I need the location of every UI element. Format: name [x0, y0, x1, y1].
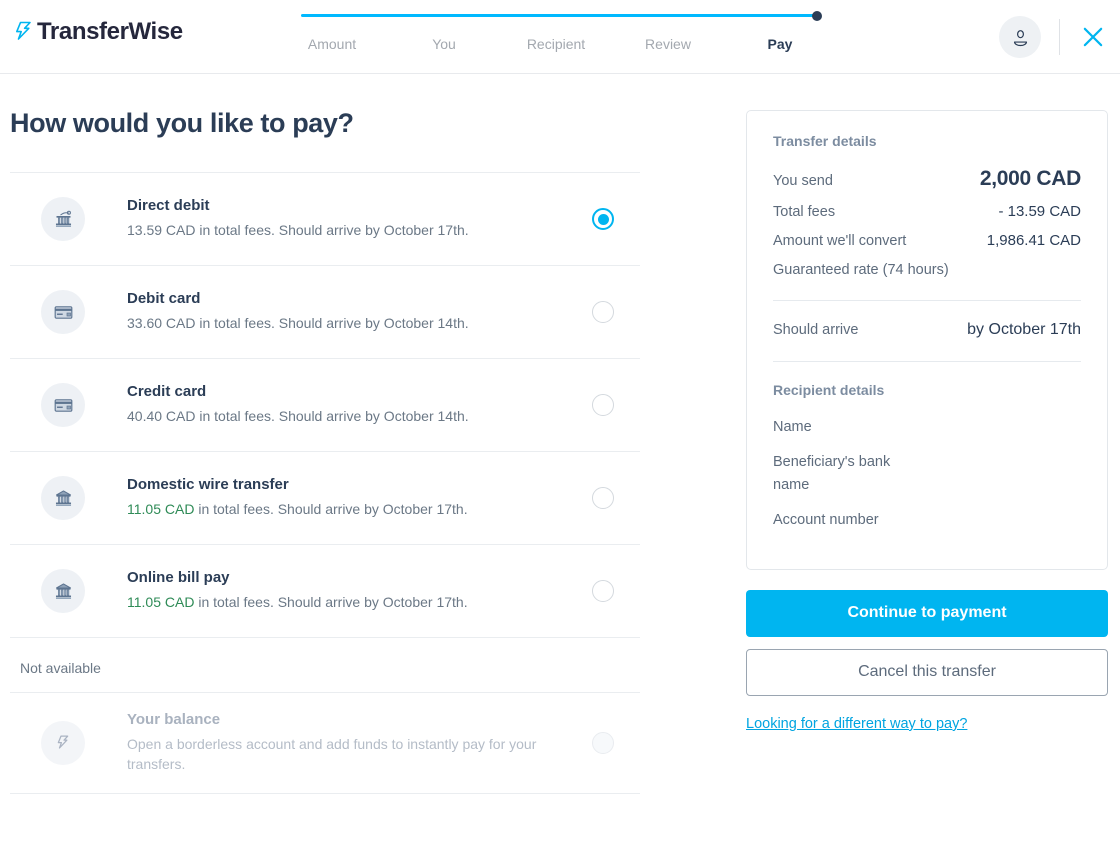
method-title: Credit card	[127, 383, 207, 401]
recipient-details-heading: Recipient details	[773, 382, 885, 398]
should-arrive-row: Should arrive by October 17th	[773, 321, 1081, 339]
method-icon-wrap	[41, 197, 85, 241]
different-way-to-pay-link[interactable]: Looking for a different way to pay?	[746, 716, 967, 732]
amount-convert-label: Amount we'll convert	[773, 233, 907, 249]
panel-divider-1	[773, 300, 1081, 301]
total-fees-value: - 13.59 CAD	[998, 203, 1081, 220]
stepper-labels: Amount You Recipient Review Pay	[276, 36, 836, 52]
panel-divider-2	[773, 361, 1081, 362]
method-fee-amount: 11.05 CAD	[127, 501, 195, 518]
transfer-details-panel: Transfer details You send 2,000 CAD Tota…	[746, 110, 1108, 570]
cancel-transfer-button[interactable]: Cancel this transfer	[746, 648, 1108, 696]
stepper-step-recipient[interactable]: Recipient	[500, 36, 612, 52]
method-body: Debit card 33.60 CAD in total fees. Shoul…	[85, 290, 592, 333]
payment-method-row[interactable]: Domestic wire transfer 11.05 CAD in total…	[10, 452, 640, 545]
method-subtitle: Open a borderless account and add funds …	[127, 736, 537, 773]
bank-building-icon	[55, 489, 71, 506]
header-divider	[1059, 19, 1060, 55]
transfer-summary-column: Transfer details You send 2,000 CAD Tota…	[690, 74, 1120, 841]
method-icon-wrap	[41, 383, 85, 427]
stepper-step-amount[interactable]: Amount	[276, 36, 388, 52]
method-subtitle: 11.05 CAD in total fees. Should arrive b…	[127, 594, 468, 611]
total-fees-label: Total fees	[773, 204, 836, 220]
method-title: Direct debit	[127, 197, 210, 215]
recipient-field-label: Name	[773, 419, 812, 435]
amount-convert-value: 1,986.41 CAD	[986, 232, 1081, 249]
method-body: Direct debit 13.59 CAD in total fees. Sho…	[85, 197, 592, 240]
method-body: Online bill pay 11.05 CAD in total fees. …	[85, 569, 592, 612]
app-header: TransferWise Amount You Recipient Review Pay	[0, 0, 1120, 74]
recipient-field-label: Account number	[773, 512, 879, 529]
method-radio[interactable]	[592, 487, 614, 509]
method-fee-amount: 11.05 CAD	[127, 594, 195, 611]
debit-card-icon	[54, 305, 72, 319]
should-arrive-value: by October 17th	[967, 321, 1081, 338]
method-title: Online bill pay	[127, 569, 230, 587]
method-body: Credit card 40.40 CAD in total fees. Shou…	[85, 383, 592, 426]
bank-direct-debit-icon	[55, 210, 71, 227]
method-fee-amount: 13.59 CAD	[127, 222, 196, 239]
page-title: How would you like to pay?	[10, 108, 354, 138]
method-icon-wrap	[41, 569, 85, 613]
not-available-heading: Not available	[20, 660, 101, 676]
method-icon-wrap	[41, 720, 85, 765]
total-fees-row: Total fees - 13.59 CAD	[773, 203, 1081, 220]
you-send-label: You send	[773, 173, 833, 189]
method-body: Domestic wire transfer 11.05 CAD in total…	[85, 476, 592, 519]
method-icon-wrap	[41, 290, 85, 334]
credit-card-icon	[54, 398, 72, 412]
page-body: How would you like to pay? Direct debit 1…	[0, 74, 1120, 841]
method-subtitle: 33.60 CAD in total fees. Should arrive b…	[127, 315, 469, 332]
method-body: Your balance Open a borderless account an…	[85, 711, 592, 775]
method-radio[interactable]	[592, 394, 614, 416]
method-fee-amount: 33.60 CAD	[127, 315, 196, 332]
recipient-fields-list: Name Beneficiary's bank name Account numbe…	[773, 416, 1081, 532]
method-subtitle: 13.59 CAD in total fees. Should arrive b…	[127, 222, 469, 239]
method-radio[interactable]	[592, 301, 614, 323]
payment-method-row[interactable]: Debit card 33.60 CAD in total fees. Shoul…	[10, 266, 640, 359]
logo-wordmark: TransferWise	[37, 18, 183, 45]
stepper-step-you[interactable]: You	[388, 36, 500, 52]
progress-track	[301, 10, 822, 21]
method-radio	[592, 731, 614, 754]
method-title: Your balance	[127, 711, 221, 728]
method-icon-wrap	[41, 476, 85, 520]
header-actions	[999, 16, 1108, 58]
transfer-details-heading: Transfer details	[773, 133, 877, 149]
user-avatar-icon	[1013, 29, 1027, 46]
payment-method-row[interactable]: Online bill pay 11.05 CAD in total fees. …	[10, 545, 640, 638]
stepper-step-review[interactable]: Review	[612, 36, 724, 52]
should-arrive-label: Should arrive	[773, 322, 859, 338]
transferwise-logo-icon	[57, 735, 69, 749]
method-fee-amount: 40.40 CAD	[127, 408, 196, 425]
payment-method-row[interactable]: Direct debit 13.59 CAD in total fees. Sho…	[10, 173, 640, 266]
close-button[interactable]	[1078, 22, 1108, 52]
you-send-row: You send 2,000 CAD	[773, 167, 1081, 191]
method-radio[interactable]	[592, 208, 614, 230]
payment-methods-column: How would you like to pay? Direct debit 1…	[0, 74, 690, 841]
method-subtitle: 11.05 CAD in total fees. Should arrive b…	[127, 501, 468, 518]
transferwise-logo[interactable]: TransferWise	[10, 18, 183, 46]
progress-stepper: Amount You Recipient Review Pay	[276, 10, 836, 52]
amount-convert-row: Amount we'll convert 1,986.41 CAD	[773, 232, 1081, 249]
stepper-step-pay[interactable]: Pay	[724, 36, 836, 52]
recipient-field-label: Beneficiary's bank name	[773, 454, 891, 493]
method-subtitle: 40.40 CAD in total fees. Should arrive b…	[127, 408, 469, 425]
close-x-icon	[1083, 27, 1103, 47]
method-title: Domestic wire transfer	[127, 476, 289, 494]
payment-method-row: Your balance Open a borderless account an…	[10, 693, 640, 794]
method-radio[interactable]	[592, 580, 614, 602]
bank-building-icon	[55, 582, 71, 599]
payment-method-list: Direct debit 13.59 CAD in total fees. Sho…	[10, 172, 640, 638]
method-title: Debit card	[127, 290, 201, 308]
guaranteed-rate-text: Guaranteed rate (74 hours)	[773, 262, 949, 278]
progress-current-dot	[812, 10, 822, 21]
unavailable-method-list: Your balance Open a borderless account an…	[10, 692, 640, 794]
payment-method-row[interactable]: Credit card 40.40 CAD in total fees. Shou…	[10, 359, 640, 452]
avatar[interactable]	[999, 16, 1041, 58]
continue-to-payment-button[interactable]: Continue to payment	[746, 589, 1108, 637]
you-send-value: 2,000 CAD	[979, 167, 1081, 190]
transferwise-arrows-logo-icon	[10, 19, 36, 45]
